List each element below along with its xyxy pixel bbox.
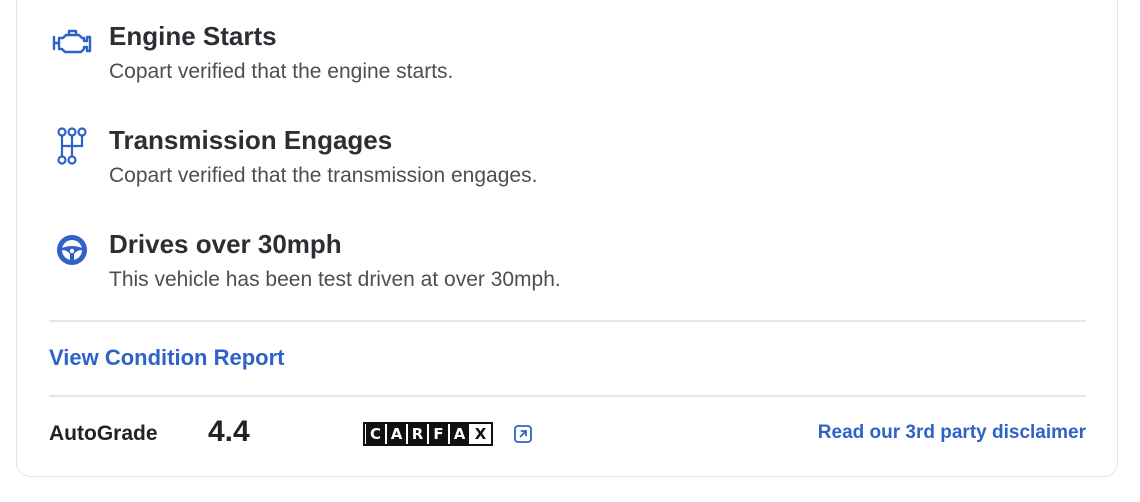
view-condition-report-link[interactable]: View Condition Report xyxy=(49,344,284,372)
carfax-letter: A xyxy=(450,424,469,444)
autograde-logo: AutoGrade xyxy=(49,422,158,445)
carfax-letter: X xyxy=(471,424,490,444)
carfax-letter: F xyxy=(429,424,448,444)
third-party-disclaimer-link[interactable]: Read our 3rd party disclaimer xyxy=(818,420,1086,446)
carfax-letter: A xyxy=(387,424,406,444)
divider xyxy=(49,395,1086,397)
autograde-score: 4.4 xyxy=(208,415,250,448)
feature-title: Transmission Engages xyxy=(109,125,393,155)
feature-title: Drives over 30mph xyxy=(109,229,342,259)
feature-description: Copart verified that the engine starts. xyxy=(109,60,454,83)
engine-icon xyxy=(48,24,96,60)
carfax-letter: C xyxy=(366,424,385,444)
carfax-logo[interactable]: C A R F A X xyxy=(363,422,493,446)
carfax-letter: R xyxy=(408,424,427,444)
transmission-icon xyxy=(48,127,96,165)
steering-wheel-icon xyxy=(48,232,96,268)
feature-title: Engine Starts xyxy=(109,21,277,51)
external-link-icon[interactable] xyxy=(513,424,533,444)
divider xyxy=(49,320,1086,322)
feature-description: This vehicle has been test driven at ove… xyxy=(109,268,561,291)
feature-description: Copart verified that the transmission en… xyxy=(109,164,538,187)
